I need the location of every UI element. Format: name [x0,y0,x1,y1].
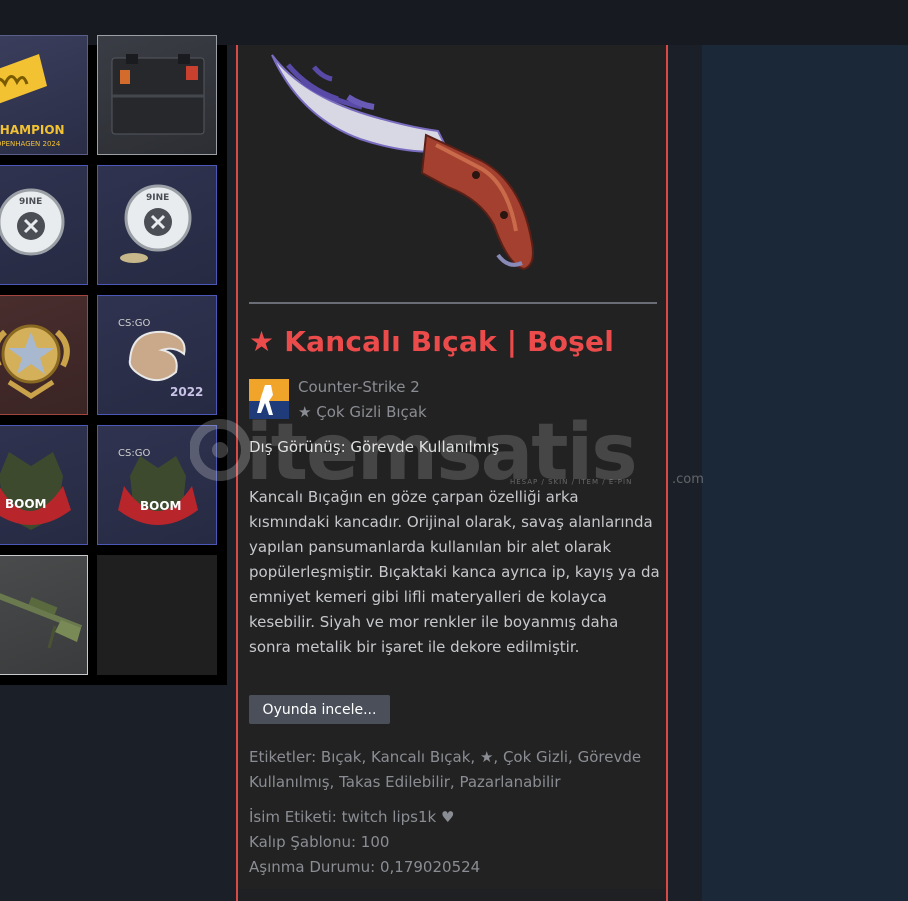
description-line: kısmındaki kancadır. Orijinal olarak, sa… [249,513,653,531]
tags-line: Etiketler: Bıçak, Kancalı Bıçak, ★, Çok … [249,748,642,766]
furia-sticker-icon: CS:GO 2022 [118,318,203,399]
svg-text:COPENHAGEN 2024: COPENHAGEN 2024 [0,140,61,148]
svg-text:2022: 2022 [170,385,203,399]
tags-line: Kullanılmış, Takas Edilebilir, Pazarlana… [249,773,561,791]
inventory-item-boom-sticker[interactable]: BOOM [0,425,88,545]
description-line: kesebilir. Siyah ve mor renkler ile boya… [249,613,619,631]
svg-text:9INE: 9INE [146,193,169,203]
inventory-item-awp-rifle[interactable] [0,555,88,675]
inventory-empty-slot[interactable] [97,555,217,675]
description-line: yapılan pansumanlarda kullanılan bir ale… [249,538,611,556]
item-properties: İsim Etiketi: twitch lips1k ♥ Kalıp Şabl… [249,805,480,880]
9ine-sticker-icon: 9INE [0,188,65,256]
inventory-item-furia-sticker[interactable]: CS:GO 2022 [97,295,217,415]
boom-sticker-icon: BOOM [0,452,71,530]
watermark-suffix: .com [672,472,704,487]
svg-text:9INE: 9INE [19,197,42,207]
sticker-text: CHAMPION [0,123,65,137]
inventory-item-boom-sticker[interactable]: CS:GO BOOM [97,425,217,545]
9ine-sticker-icon: 9INE [120,184,192,263]
inventory-item-9ine-sticker[interactable]: 9INE [0,165,88,285]
inspect-in-game-button[interactable]: Oyunda incele... [249,695,390,724]
knife-image [271,54,534,271]
inventory-item-service-medal[interactable] [0,295,88,415]
service-medal-icon [0,324,70,399]
description-line: sonra metalik bir işaret ile dekore edil… [249,638,580,656]
name-tag: İsim Etiketi: twitch lips1k ♥ [249,808,455,826]
inventory-item-gold-sticker[interactable]: CHAMPION COPENHAGEN 2024 [0,35,88,155]
svg-text:CS:GO: CS:GO [118,318,150,329]
awp-rifle-icon [0,593,83,649]
item-tags: Etiketler: Bıçak, Kancalı Bıçak, ★, Çok … [249,745,659,795]
right-side-panel [702,45,908,901]
wear-float: Aşınma Durumu: 0,179020524 [249,858,481,876]
inventory-item-weapon-case[interactable] [97,35,217,155]
description-line: emniyet kemeri gibi lifli materyalleri d… [249,588,607,606]
svg-text:BOOM: BOOM [5,497,47,511]
boom-sticker-icon: CS:GO BOOM [118,448,198,525]
gold-signature-sticker-icon: CHAMPION COPENHAGEN 2024 [0,54,65,148]
svg-text:BOOM: BOOM [140,499,182,513]
svg-text:CS:GO: CS:GO [118,448,150,459]
pattern-template: Kalıp Şablonu: 100 [249,833,390,851]
weapon-case-icon [111,54,205,135]
item-description: Kancalı Bıçağın en göze çarpan özelliği … [249,485,660,660]
item-title: ★ Kancalı Bıçak | Boşel [249,325,615,358]
description-line: popülerleşmiştir. Bıçaktaki kanca ayrıca… [249,563,660,581]
game-name: Counter-Strike 2 [298,378,420,396]
watermark-tagline: HESAP / SKIN / ITEM / E-PIN [510,478,633,486]
inventory-item-9ine-sticker[interactable]: 9INE [97,165,217,285]
divider [249,302,657,304]
